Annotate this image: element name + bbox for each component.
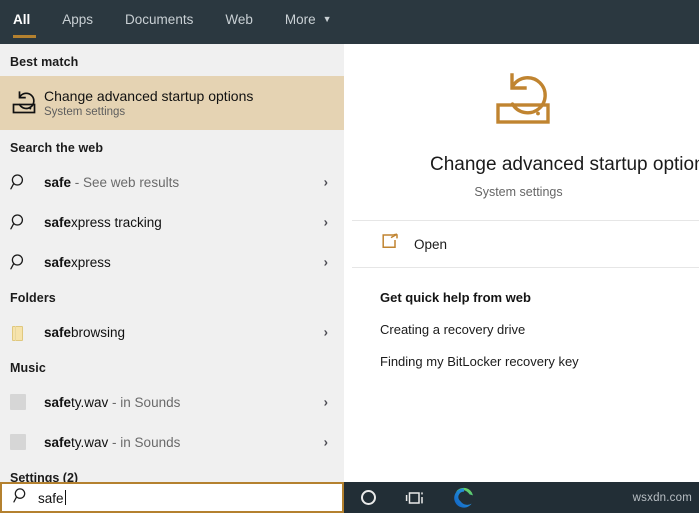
tab-documents[interactable]: Documents — [122, 11, 206, 38]
task-view-icon[interactable] — [392, 482, 440, 513]
chevron-right-icon[interactable]: › — [324, 395, 328, 410]
tab-apps[interactable]: Apps — [59, 11, 106, 38]
list-item[interactable]: safety.wav - in Sounds › — [0, 422, 344, 462]
recovery-icon — [490, 70, 562, 132]
result-subtitle: System settings — [44, 106, 253, 118]
watermark: wsxdn.com — [633, 492, 692, 504]
preview-subtitle: System settings — [352, 185, 685, 199]
cortana-icon[interactable] — [344, 482, 392, 513]
list-item-meta: - See web results — [71, 175, 179, 190]
folder-icon — [10, 324, 44, 341]
list-item-label-rest: browsing — [71, 325, 125, 340]
list-item-label: safe — [44, 215, 71, 230]
tab-more-label: More — [285, 11, 316, 28]
list-item[interactable]: safe - See web results › — [0, 162, 344, 202]
section-header-search-the-web: Search the web — [0, 130, 344, 162]
tab-active-underline — [13, 35, 36, 38]
section-header-music: Music — [0, 352, 344, 382]
result-best-match[interactable]: Change advanced startup options System s… — [0, 76, 344, 130]
chevron-right-icon[interactable]: › — [324, 215, 328, 230]
chevron-right-icon[interactable]: › — [324, 435, 328, 450]
search-filter-nav: All Apps Documents Web More ▼ — [0, 0, 699, 44]
preview-pane: Change advanced startup options System s… — [352, 44, 699, 482]
audio-file-icon — [10, 434, 44, 450]
search-input[interactable]: safe — [0, 482, 344, 513]
search-flyout: All Apps Documents Web More ▼ Best match — [0, 0, 699, 513]
section-header-settings: Settings (2) — [0, 462, 344, 482]
search-input-value-wrap: safe — [38, 490, 66, 506]
audio-file-icon — [10, 394, 44, 410]
list-item-label-rest: xpress tracking — [71, 215, 162, 230]
quick-help-section: Get quick help from web Creating a recov… — [352, 268, 699, 369]
list-item-label: safe — [44, 175, 71, 190]
search-icon — [10, 253, 44, 271]
list-item-label: safe — [44, 255, 71, 270]
results-list: Best match Change advanced startup optio… — [0, 44, 344, 482]
chevron-right-icon[interactable]: › — [324, 325, 328, 340]
open-button-label: Open — [414, 237, 447, 252]
tab-more[interactable]: More ▼ — [282, 11, 345, 38]
list-item-label-rest: ty.wav — [71, 435, 108, 450]
open-external-icon — [380, 233, 414, 256]
tab-all[interactable]: All — [10, 11, 43, 38]
result-title: Change advanced startup options — [44, 88, 253, 104]
search-icon — [10, 173, 44, 191]
chevron-right-icon[interactable]: › — [324, 255, 328, 270]
list-item-meta: - in Sounds — [108, 395, 180, 410]
list-item-meta: - in Sounds — [108, 435, 180, 450]
help-link[interactable]: Finding my BitLocker recovery key — [380, 354, 699, 369]
search-icon — [10, 213, 44, 231]
tab-documents-label: Documents — [125, 11, 193, 28]
open-button[interactable]: Open — [352, 221, 699, 267]
tab-all-label: All — [13, 11, 30, 28]
section-header-best-match: Best match — [0, 44, 344, 76]
list-item[interactable]: safexpress › — [0, 242, 344, 282]
list-item-label: safe — [44, 395, 71, 410]
tab-web[interactable]: Web — [222, 11, 266, 38]
section-header-folders: Folders — [0, 282, 344, 312]
list-item[interactable]: safexpress tracking › — [0, 202, 344, 242]
chevron-down-icon: ▼ — [323, 11, 332, 28]
list-item-label-rest: xpress — [71, 255, 111, 270]
tab-apps-label: Apps — [62, 11, 93, 28]
help-link[interactable]: Creating a recovery drive — [380, 322, 699, 337]
quick-help-title: Get quick help from web — [380, 290, 699, 305]
list-item-label-rest: ty.wav — [71, 395, 108, 410]
chevron-right-icon[interactable]: › — [324, 175, 328, 190]
list-item-label: safe — [44, 435, 71, 450]
edge-icon[interactable] — [440, 482, 488, 513]
text-cursor — [65, 490, 66, 505]
list-item[interactable]: safety.wav - in Sounds › — [0, 382, 344, 422]
recovery-icon — [10, 89, 44, 117]
search-input-value: safe — [38, 491, 64, 506]
list-item[interactable]: safebrowsing › — [0, 312, 344, 352]
list-item-label: safe — [44, 325, 71, 340]
taskbar: wsxdn.com — [344, 482, 699, 513]
tab-web-label: Web — [225, 11, 253, 28]
preview-title: Change advanced startup options — [430, 154, 699, 176]
search-icon — [13, 487, 38, 509]
